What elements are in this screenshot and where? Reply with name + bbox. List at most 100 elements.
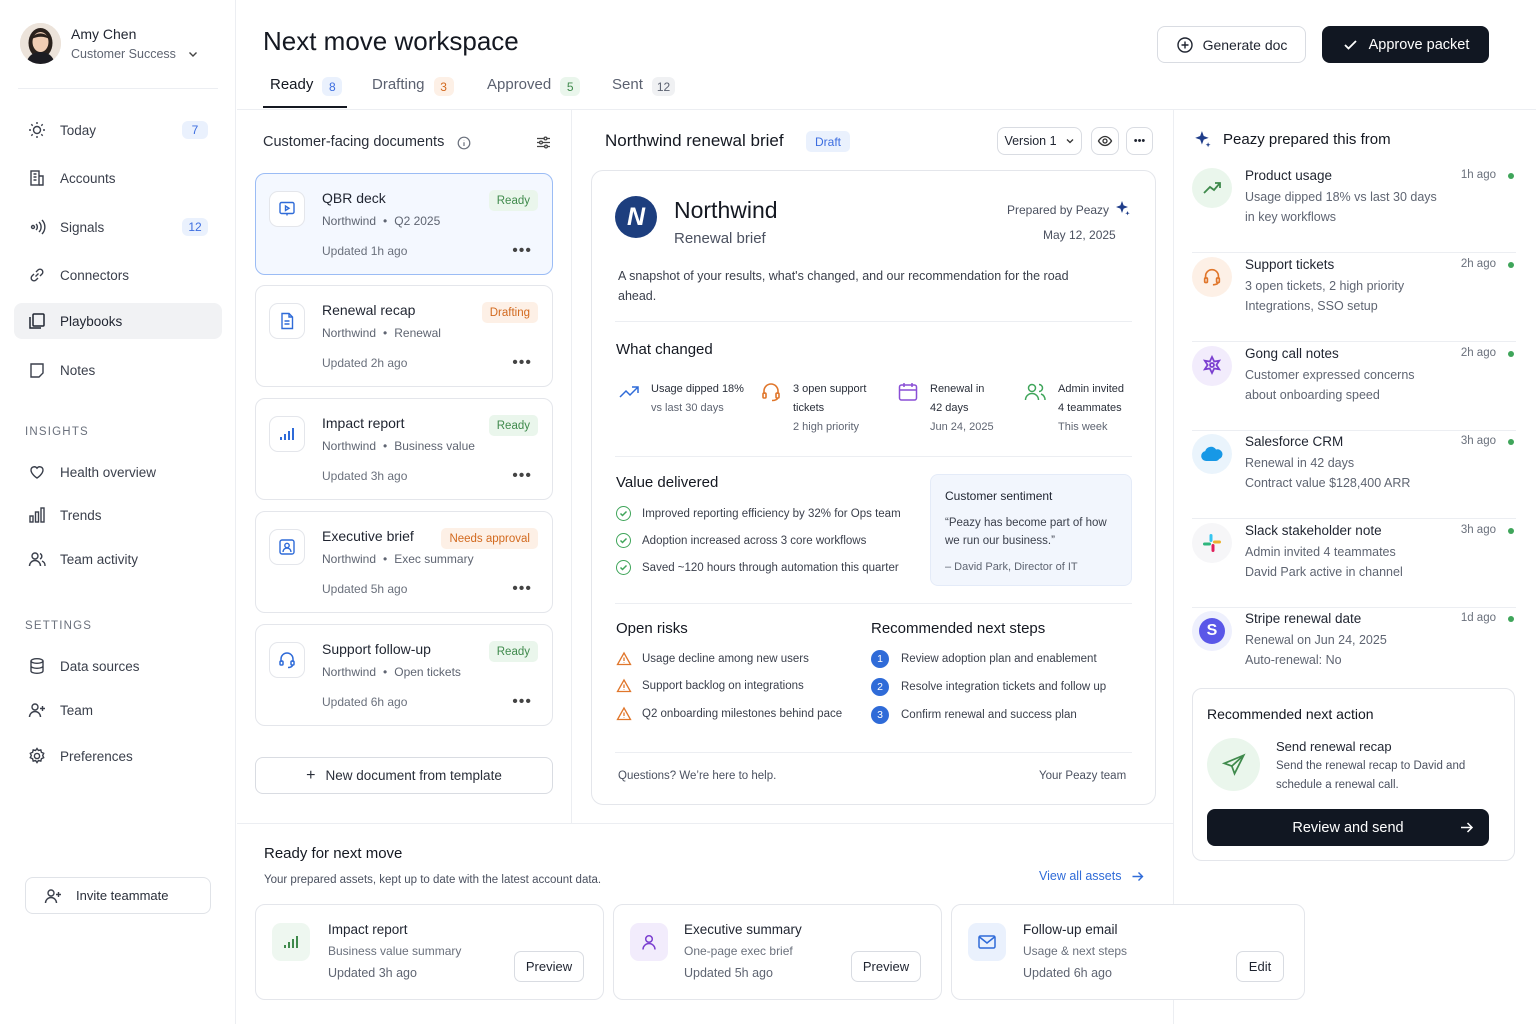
bar-chart-icon (26, 504, 48, 526)
source-item-slack[interactable]: Slack stakeholder note Admin invited 4 t… (1192, 519, 1516, 608)
asset-subtitle: Usage & next steps (1023, 944, 1128, 958)
edit-button[interactable]: Edit (1236, 951, 1284, 982)
asset-card-impact-report[interactable]: Impact report Business value summary Upd… (255, 904, 604, 1000)
tab-sent[interactable]: Sent 12 (612, 76, 676, 110)
source-item-support-tickets[interactable]: Support tickets 3 open tickets, 2 high p… (1192, 253, 1516, 342)
tab-label: Ready (270, 76, 314, 93)
approve-packet-button[interactable]: Approve packet (1322, 26, 1489, 63)
source-detail: Contract value $128,400 ARR (1245, 476, 1411, 490)
sidebar-item-preferences[interactable]: Preferences (14, 738, 222, 774)
new-document-button[interactable]: + New document from template (255, 757, 553, 794)
ready-title: Ready for next move (264, 845, 403, 862)
prepared-by: Prepared by Peazy (1007, 203, 1110, 217)
review-and-send-button[interactable]: Review and send (1207, 809, 1489, 846)
chevron-down-icon[interactable] (187, 48, 199, 60)
sentiment-author: – David Park, Director of IT (945, 561, 1078, 573)
users-icon (26, 548, 48, 570)
sidebar-item-trends[interactable]: Trends (14, 497, 222, 533)
step-item: 2 Resolve integration tickets and follow … (871, 678, 1106, 696)
plus-icon: + (306, 766, 316, 784)
source-item-stripe[interactable]: S Stripe renewal date Renewal on Jun 24,… (1192, 607, 1516, 696)
sidebar-item-today[interactable]: Today 7 (14, 112, 222, 148)
preview-eye-button[interactable] (1091, 127, 1119, 155)
change-line: 3 open support (793, 383, 867, 395)
document-card-renewal-recap[interactable]: Renewal recap Northwind • Renewal Updated … (255, 285, 553, 387)
sidebar-item-team-activity[interactable]: Team activity (14, 541, 222, 577)
documents-title: Customer-facing documents (263, 134, 445, 150)
sidebar-item-connectors[interactable]: Connectors (14, 257, 222, 293)
brief-intro: A snapshot of your results, what's chang… (618, 269, 1069, 303)
document-card-support-follow-up[interactable]: Support follow-up Northwind • Open tickets… (255, 624, 553, 726)
sidebar-item-data-sources[interactable]: Data sources (14, 648, 222, 684)
preview-button[interactable]: Preview (851, 951, 921, 982)
info-icon[interactable] (457, 136, 471, 150)
document-title: Renewal recap (322, 302, 416, 318)
source-item-gong-call-notes[interactable]: Gong call notes Customer expressed conce… (1192, 342, 1516, 431)
document-card-qbr-deck[interactable]: QBR deck Northwind • Q2 2025 Updated 1h ag… (255, 173, 553, 275)
sidebar-item-notes[interactable]: Notes (14, 352, 222, 388)
value-text: Adoption increased across 3 core workflo… (642, 534, 867, 547)
source-time: 1d ago (1460, 612, 1496, 624)
preview-button[interactable]: Preview (514, 951, 584, 982)
arrow-right-icon (1131, 870, 1144, 883)
document-updated: Updated 2h ago (322, 356, 408, 370)
trend-up-icon (1192, 168, 1232, 208)
sidebar-item-label: Preferences (60, 748, 133, 764)
asset-card-executive-summary[interactable]: Executive summary One-page exec brief Up… (613, 904, 942, 1000)
header-divider (237, 109, 1536, 110)
change-usage: Usage dipped 18% vs last 30 days (651, 380, 744, 418)
risk-item: Q2 onboarding milestones behind pace (616, 706, 842, 722)
asset-subtitle: One-page exec brief (684, 944, 793, 958)
asset-card-follow-up-email[interactable]: Follow-up email Usage & next steps Updat… (951, 904, 1305, 1000)
document-title: Impact report (322, 415, 405, 431)
sidebar-item-health-overview[interactable]: Health overview (14, 454, 222, 490)
view-all-assets-link[interactable]: View all assets (1039, 869, 1144, 883)
sidebar-item-accounts[interactable]: Accounts (14, 160, 222, 196)
check-circle-icon (616, 560, 631, 575)
filter-icon[interactable] (535, 134, 552, 151)
arrow-right-icon (1459, 820, 1474, 835)
document-card-impact-report[interactable]: Impact report Northwind • Business value U… (255, 398, 553, 500)
brief-footer-right: Your Peazy team (1039, 770, 1127, 782)
asset-subtitle: Business value summary (328, 944, 462, 958)
step-item: 1 Review adoption plan and enablement (871, 650, 1097, 668)
source-time: 3h ago (1460, 524, 1496, 536)
more-options-icon[interactable]: ••• (512, 242, 532, 260)
asset-updated: Updated 5h ago (684, 966, 773, 980)
section-divider (237, 823, 1173, 824)
sidebar-item-playbooks[interactable]: Playbooks (14, 303, 222, 339)
source-title: Gong call notes (1245, 346, 1339, 361)
separator-dot: • (383, 439, 388, 453)
link-icon (26, 264, 48, 286)
source-title: Salesforce CRM (1245, 434, 1344, 449)
tab-ready[interactable]: Ready 8 (270, 76, 343, 110)
tab-drafting[interactable]: Drafting 3 (372, 76, 454, 110)
document-meta: Northwind • Open tickets (322, 665, 461, 679)
sidebar-item-team[interactable]: Team (14, 692, 222, 728)
source-item-salesforce-crm[interactable]: Salesforce CRM Renewal in 42 days Contra… (1192, 430, 1516, 519)
generate-doc-label: Generate doc (1202, 36, 1288, 53)
separator-dot: • (383, 552, 388, 566)
invite-teammate-button[interactable]: Invite teammate (25, 877, 211, 914)
generate-doc-button[interactable]: Generate doc (1157, 26, 1306, 63)
change-line: Admin invited (1058, 383, 1125, 395)
document-card-executive-brief[interactable]: Executive brief Northwind • Exec summary U… (255, 511, 553, 613)
more-options-icon[interactable]: ••• (512, 693, 532, 711)
more-options-icon[interactable]: ••• (512, 354, 532, 372)
more-options-button[interactable]: ••• (1126, 127, 1153, 155)
document-account: Northwind (322, 326, 377, 340)
source-detail: Customer expressed concerns (1245, 368, 1415, 382)
more-options-icon[interactable]: ••• (512, 467, 532, 485)
source-detail: Admin invited 4 teammates (1245, 545, 1396, 559)
avatar[interactable] (20, 23, 61, 64)
version-select[interactable]: Version 1 (997, 127, 1082, 155)
source-title: Product usage (1245, 168, 1333, 183)
more-options-icon[interactable]: ••• (512, 580, 532, 598)
sentiment-quote-line: we run our business.” (945, 535, 1055, 547)
new-document-label: New document from template (325, 768, 502, 783)
view-all-label: View all assets (1039, 869, 1122, 883)
tab-approved[interactable]: Approved 5 (487, 76, 581, 110)
step-item: 3 Confirm renewal and success plan (871, 706, 1077, 724)
sidebar-item-signals[interactable]: Signals 12 (14, 209, 222, 245)
source-item-product-usage[interactable]: Product usage Usage dipped 18% vs last 3… (1192, 164, 1516, 253)
